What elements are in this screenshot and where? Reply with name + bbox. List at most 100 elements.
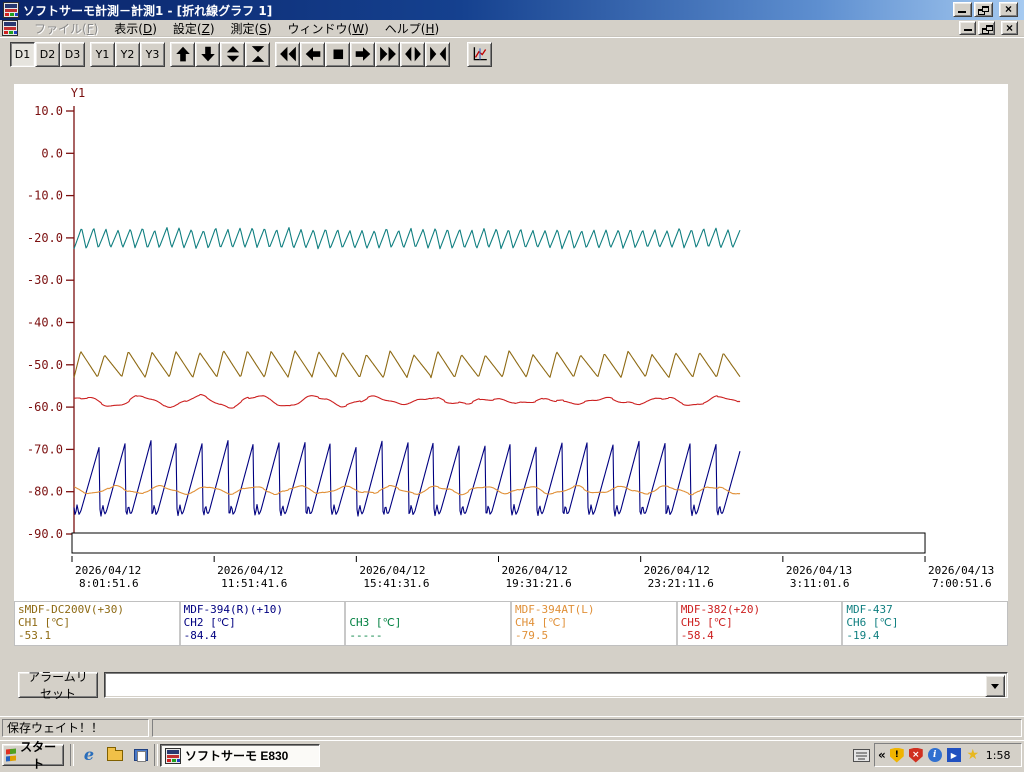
alarm-reset-button[interactable]: アラームリセット <box>18 670 98 701</box>
legend-name: MDF-382(+20) <box>680 603 761 616</box>
media-play-icon[interactable]: ▶ <box>946 747 962 763</box>
expand-vertical-icon <box>224 45 242 63</box>
y-tick-label: 0.0 <box>41 146 63 160</box>
app-icon <box>3 2 19 18</box>
y-tick-label: -10.0 <box>27 189 63 203</box>
chevron-down-icon <box>991 683 999 689</box>
legend-cell-ch4: MDF-394AT(L) CH4 [℃] -79.5 <box>512 602 676 645</box>
security-alert-shield-icon[interactable]: × <box>908 747 924 763</box>
x-tick-time: 8:01:51.6 <box>79 577 139 590</box>
legend-channel: CH4 [℃] <box>515 616 568 629</box>
toolbar-button-expand-horizontal[interactable] <box>400 41 425 67</box>
show-desktop-icon[interactable] <box>132 746 150 764</box>
legend-value: -84.4 <box>183 629 217 642</box>
x-tick-time: 19:31:21.6 <box>506 577 572 590</box>
arrow-left-icon <box>304 45 322 63</box>
toolbar-button-y2[interactable]: Y2 <box>115 41 140 67</box>
info-balloon-icon[interactable]: i <box>927 747 943 763</box>
toolbar-button-d1[interactable]: D1 <box>10 41 35 67</box>
task-button-label: ソフトサーモ E830 <box>185 749 289 763</box>
folder-icon[interactable] <box>106 746 124 764</box>
y-tick-label: -50.0 <box>27 358 63 372</box>
close-icon: × <box>1005 21 1013 35</box>
toolbar-button-fast-forward[interactable] <box>375 41 400 67</box>
toolbar-button-y3[interactable]: Y3 <box>140 41 165 67</box>
close-button[interactable]: × <box>999 2 1018 17</box>
legend-cell-ch5: MDF-382(+20) CH5 [℃] -58.4 <box>677 602 842 645</box>
x-tick-time: 23:21:11.6 <box>648 577 714 590</box>
document-icon[interactable] <box>2 20 18 36</box>
toolbar-button-stop[interactable] <box>325 41 350 67</box>
graph-icon <box>471 45 489 63</box>
toolbar-button-compress-vertical[interactable] <box>245 41 270 67</box>
security-warning-shield-icon[interactable]: ! <box>889 747 905 763</box>
legend-channel: CH1 [℃] <box>18 616 71 629</box>
toolbar-button-y1[interactable]: Y1 <box>90 41 115 67</box>
update-star-icon[interactable]: ★ <box>965 747 981 763</box>
y-tick-label: 10.0 <box>34 104 63 118</box>
toolbar-button-compress-horizontal[interactable] <box>425 41 450 67</box>
toolbar-button-expand-vertical[interactable] <box>220 41 245 67</box>
taskbar-divider <box>70 744 74 766</box>
expand-horizontal-icon <box>404 45 422 63</box>
mdi-close-button[interactable]: × <box>1001 21 1018 35</box>
x-tick-date: 2026/04/12 <box>217 564 283 577</box>
app-icon <box>165 747 181 764</box>
y-tick-label: -20.0 <box>27 231 63 245</box>
alarm-combo-value <box>109 677 985 693</box>
toolbar-button-scroll-down[interactable] <box>195 41 220 67</box>
toolbar-button-step-back[interactable] <box>300 41 325 67</box>
legend-channel: CH3 [℃] <box>349 616 402 629</box>
taskbar-task-softthermo[interactable]: ソフトサーモ E830 <box>160 744 320 767</box>
start-button[interactable]: スタート <box>2 740 64 771</box>
menu-item-view[interactable]: 表示(D) <box>106 19 165 38</box>
toolbar-button-step-forward[interactable] <box>350 41 375 67</box>
toolbar-button-rewind[interactable] <box>275 41 300 67</box>
menu-item-settings[interactable]: 設定(Z) <box>165 19 223 38</box>
menu-item-measure[interactable]: 測定(S) <box>223 19 280 38</box>
arrow-down-icon <box>199 45 217 63</box>
x-tick-time: 3:11:01.6 <box>790 577 850 590</box>
toolbar-button-d2[interactable]: D2 <box>35 41 60 67</box>
x-tick-time: 15:41:31.6 <box>363 577 429 590</box>
legend-name: sMDF-DC200V(+30) <box>18 603 124 616</box>
legend-value: -19.4 <box>846 629 880 642</box>
combo-dropdown-button[interactable] <box>985 675 1005 697</box>
minimize-icon <box>964 29 972 31</box>
y-tick-label: -40.0 <box>27 316 63 330</box>
menu-item-window[interactable]: ウィンドウ(W) <box>280 19 377 38</box>
series-line-ch5 <box>73 394 741 409</box>
internet-explorer-icon[interactable]: e <box>80 746 98 764</box>
toolbar-button-graph-setup[interactable] <box>467 41 492 67</box>
restore-button[interactable] <box>974 2 993 17</box>
start-button-label: スタート <box>20 740 57 771</box>
legend-channel: CH5 [℃] <box>680 616 733 629</box>
x-tick-date: 2026/04/12 <box>75 564 141 577</box>
scroll-range-box[interactable] <box>71 532 926 554</box>
alarm-combo[interactable] <box>104 672 1008 698</box>
mdi-restore-button[interactable] <box>978 21 995 35</box>
keyboard-icon[interactable] <box>853 749 870 762</box>
legend-name: MDF-394(R)(+10) <box>183 603 284 616</box>
menu-item-help[interactable]: ヘルプ(H) <box>377 19 447 38</box>
status-panel-empty <box>152 719 1022 737</box>
taskbar-clock: 1:58 <box>985 748 1011 762</box>
legend-name: MDF-437 <box>846 603 893 616</box>
toolbar-button-scroll-up[interactable] <box>170 41 195 67</box>
mdi-minimize-button[interactable] <box>959 21 976 35</box>
legend-channel: CH2 [℃] <box>183 616 236 629</box>
y-axis-title: Y1 <box>71 86 85 100</box>
x-tick-date: 2026/04/12 <box>502 564 568 577</box>
minimize-icon <box>958 11 966 13</box>
restore-icon <box>982 25 993 34</box>
legend-value: -79.5 <box>515 629 549 642</box>
rewind-icon <box>279 45 297 63</box>
y-tick-label: -30.0 <box>27 273 63 287</box>
series-line-ch1 <box>73 350 741 379</box>
chart-panel: Y1 10.0 0.0 -10.0 -20.0 -30.0 -40.0 -50.0 -60.0 -… <box>14 84 1008 601</box>
minimize-button[interactable] <box>953 2 972 17</box>
toolbar-button-d3[interactable]: D3 <box>60 41 85 67</box>
status-bar: 保存ウェイト！！ <box>0 716 1024 738</box>
tray-collapse-chevron-icon[interactable]: « <box>878 748 886 762</box>
x-tick-time: 11:51:41.6 <box>221 577 287 590</box>
